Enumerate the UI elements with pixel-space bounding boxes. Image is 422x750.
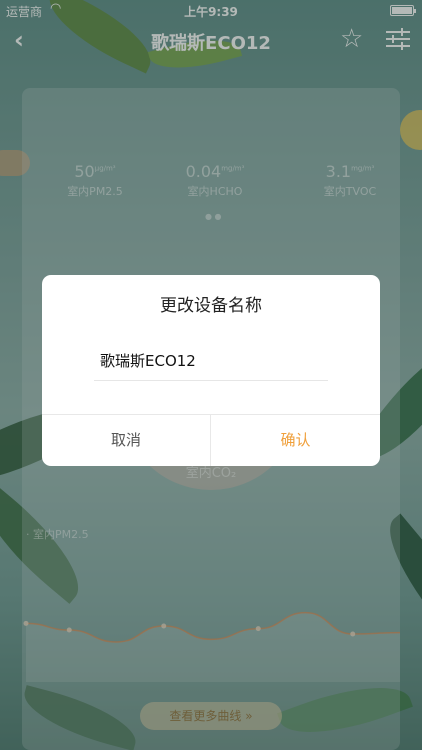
cancel-button[interactable]: 取消 — [42, 415, 210, 466]
confirm-button[interactable]: 确认 — [211, 415, 380, 466]
dialog-title: 更改设备名称 — [160, 296, 262, 316]
device-name-input[interactable] — [94, 341, 328, 381]
rename-dialog: 更改设备名称 取消 确认 — [42, 275, 380, 466]
